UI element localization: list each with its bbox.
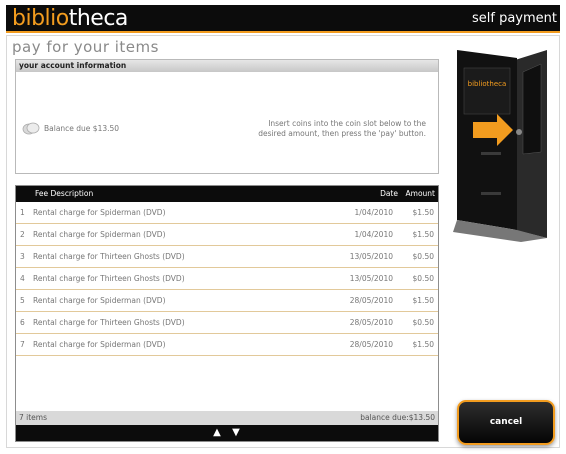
logo-part-theca: theca bbox=[68, 6, 129, 31]
scroll-down-button[interactable]: ▼ bbox=[227, 426, 245, 440]
row-date: 1/04/2010 bbox=[354, 230, 393, 239]
account-info-panel: your account information Balance due $13… bbox=[15, 59, 439, 174]
row-date: 1/04/2010 bbox=[354, 208, 393, 217]
fee-table: Fee Description Date Amount 1 Rental cha… bbox=[15, 185, 439, 442]
row-amount: $1.50 bbox=[412, 296, 434, 305]
row-number: 2 bbox=[20, 230, 25, 239]
column-amount: Amount bbox=[405, 189, 435, 198]
table-row[interactable]: 1 Rental charge for Spiderman (DVD) 1/04… bbox=[16, 202, 438, 224]
table-row[interactable]: 7 Rental charge for Spiderman (DVD) 28/0… bbox=[16, 334, 438, 356]
account-info-header: your account information bbox=[16, 60, 438, 72]
coins-icon bbox=[22, 122, 40, 135]
row-amount: $0.50 bbox=[412, 274, 434, 283]
row-date: 28/05/2010 bbox=[349, 318, 393, 327]
logo-part-biblio: biblio bbox=[12, 6, 69, 31]
table-row[interactable]: 4 Rental charge for Thirteen Ghosts (DVD… bbox=[16, 268, 438, 290]
row-description: Rental charge for Thirteen Ghosts (DVD) bbox=[33, 252, 185, 261]
balance-due-text: Balance due $13.50 bbox=[44, 124, 120, 133]
row-date: 28/05/2010 bbox=[349, 296, 393, 305]
row-description: Rental charge for Thirteen Ghosts (DVD) bbox=[33, 274, 185, 283]
row-number: 1 bbox=[20, 208, 25, 217]
row-description: Rental charge for Spiderman (DVD) bbox=[33, 230, 166, 239]
table-row[interactable]: 3 Rental charge for Thirteen Ghosts (DVD… bbox=[16, 246, 438, 268]
top-bar: bibliotheca self payment bbox=[6, 5, 560, 33]
row-description: Rental charge for Thirteen Ghosts (DVD) bbox=[33, 318, 185, 327]
row-date: 28/05/2010 bbox=[349, 340, 393, 349]
row-amount: $1.50 bbox=[412, 340, 434, 349]
column-date: Date bbox=[380, 189, 398, 198]
footer-balance-due: balance due:$13.50 bbox=[360, 413, 435, 422]
row-amount: $1.50 bbox=[412, 208, 434, 217]
cancel-button[interactable]: cancel bbox=[457, 400, 555, 445]
row-amount: $1.50 bbox=[412, 230, 434, 239]
header-title: self payment bbox=[471, 11, 557, 26]
table-row[interactable]: 2 Rental charge for Spiderman (DVD) 1/04… bbox=[16, 224, 438, 246]
row-number: 7 bbox=[20, 340, 25, 349]
table-footer: 7 items balance due:$13.50 bbox=[16, 411, 438, 425]
table-row[interactable]: 6 Rental charge for Thirteen Ghosts (DVD… bbox=[16, 312, 438, 334]
row-number: 5 bbox=[20, 296, 25, 305]
item-count: 7 items bbox=[19, 413, 48, 422]
row-date: 13/05/2010 bbox=[349, 252, 393, 261]
scroll-up-button[interactable]: ▲ bbox=[208, 426, 226, 440]
row-description: Rental charge for Spiderman (DVD) bbox=[33, 340, 166, 349]
kiosk-illustration: bibliotheca bbox=[453, 50, 547, 242]
kiosk-screen-logo: bibliotheca bbox=[468, 80, 507, 88]
page-title: pay for your items bbox=[12, 38, 159, 56]
row-amount: $0.50 bbox=[412, 318, 434, 327]
row-description: Rental charge for Spiderman (DVD) bbox=[33, 296, 166, 305]
bibliotheca-logo: bibliotheca bbox=[12, 6, 128, 32]
column-fee-description: Fee Description bbox=[35, 189, 94, 198]
table-row[interactable]: 5 Rental charge for Spiderman (DVD) 28/0… bbox=[16, 290, 438, 312]
row-number: 3 bbox=[20, 252, 25, 261]
row-number: 6 bbox=[20, 318, 25, 327]
payment-instructions: Insert coins into the coin slot below to… bbox=[258, 119, 426, 138]
row-number: 4 bbox=[20, 274, 25, 283]
row-date: 13/05/2010 bbox=[349, 274, 393, 283]
table-header: Fee Description Date Amount bbox=[16, 186, 438, 202]
table-nav-bar: ▲ ▼ bbox=[16, 425, 438, 441]
row-description: Rental charge for Spiderman (DVD) bbox=[33, 208, 166, 217]
row-amount: $0.50 bbox=[412, 252, 434, 261]
